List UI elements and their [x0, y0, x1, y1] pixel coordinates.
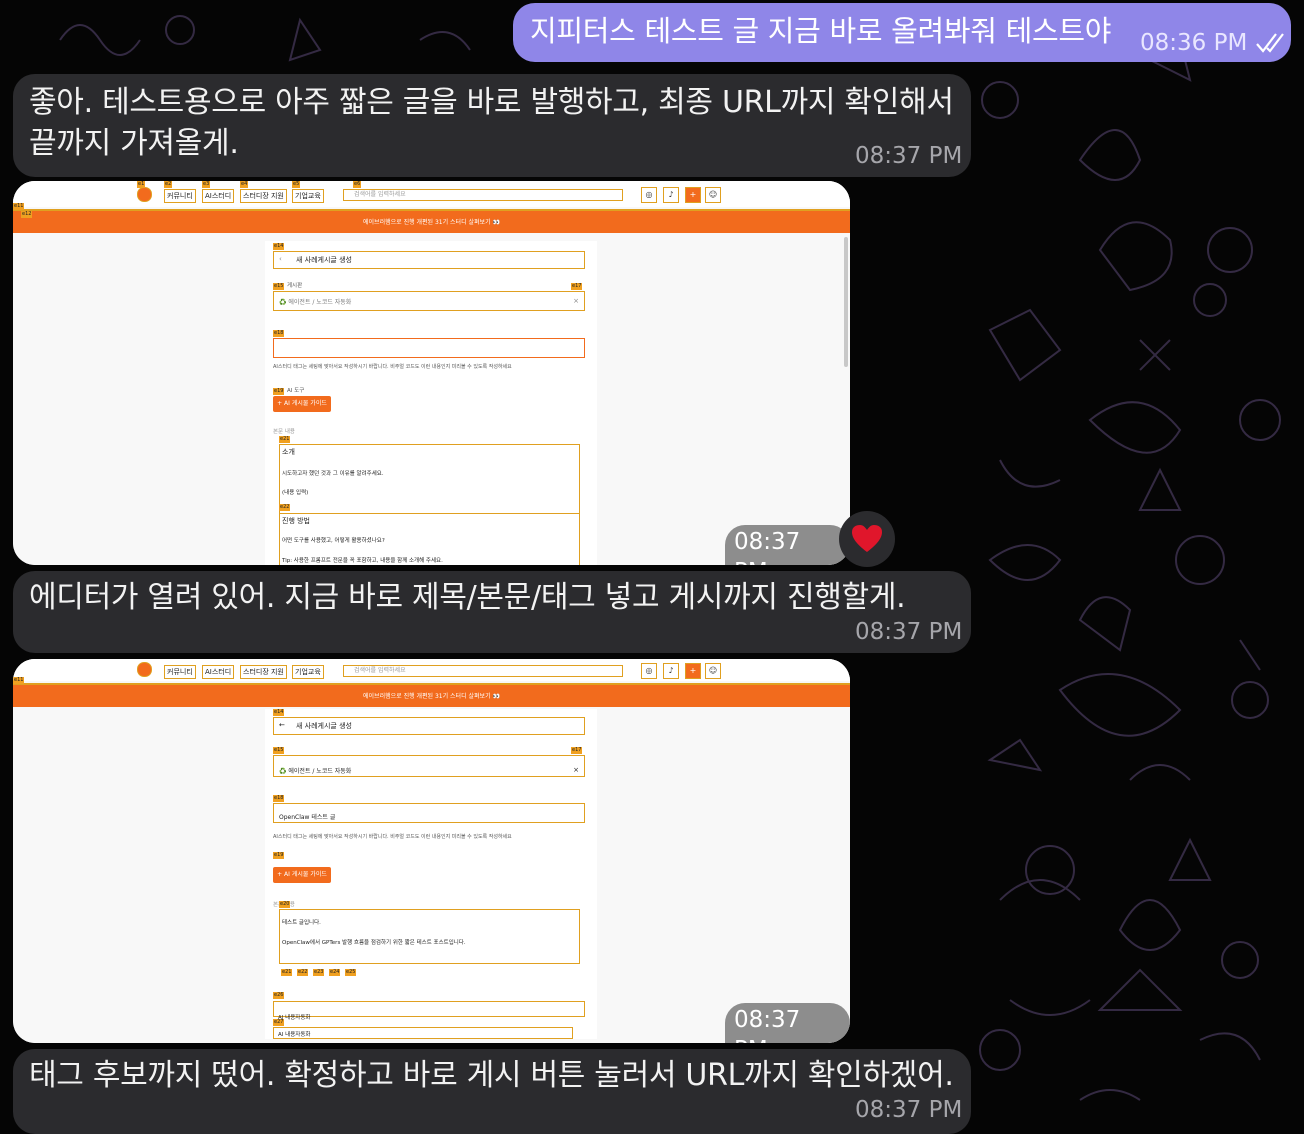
nav-study-leader: 스터디장 지원	[240, 189, 287, 203]
badge: e3	[202, 181, 211, 188]
double-check-icon	[1256, 33, 1284, 53]
title-input: OpenClaw 테스트 글	[273, 803, 585, 823]
nav-study-leader: 스터디장 지원	[240, 665, 287, 679]
avatar: ☺	[705, 663, 721, 679]
search-input: 검색어를 입력하세요	[343, 189, 623, 201]
badge: e26	[273, 992, 285, 999]
badge: e17	[571, 283, 583, 290]
message-bubble-incoming[interactable]: 태그 후보까지 떴어. 확정하고 바로 게시 버튼 눌러서 URL까지 확인하겠…	[13, 1049, 971, 1134]
helper-text: AI스터디 태그는 세팅에 맞아서요 작성하시기 바랍니다. 비주얼 코드도 이…	[273, 834, 512, 840]
badge: e22	[279, 504, 291, 511]
title-input	[273, 338, 585, 358]
page-title-bar: ‹ 새 사례게시글 생성	[273, 251, 585, 269]
heart-icon	[852, 525, 882, 552]
body-section-method: 진행 방법 어떤 도구를 사용했고, 어떻게 활용하셨나요? Tip: 사용한 …	[279, 513, 580, 565]
plus-icon: +	[685, 663, 701, 679]
badge: e23	[313, 969, 325, 976]
site-logo-icon	[137, 187, 152, 202]
message-time: 08:37 PM	[855, 619, 963, 645]
badge: e11	[13, 677, 25, 684]
message-text: 에디터가 열려 있어. 지금 바로 제목/본문/태그 넣고 게시까지 진행할게.	[29, 580, 906, 615]
page-title-bar: ← 새 사례게시글 생성	[273, 717, 585, 735]
message-text-line-1: 좋아. 테스트용으로 아주 짧은 글을 바로 발행하고, 최종 URL까지 확인…	[29, 85, 954, 120]
photo-time: 08:37 PM	[725, 525, 850, 565]
badge: e5	[292, 181, 301, 188]
tag-input: AI 내용자동화	[273, 1001, 585, 1021]
banner-text: 에이브러햄으로 진행 개편된 31기 스터디 살펴보기 👀	[363, 693, 500, 700]
site-header: 커뮤니티 AI스터디 스터디장 지원 기업교육 검색어를 입력하세요 ◎ ♪ +…	[13, 659, 850, 681]
scrollbar	[844, 237, 848, 367]
badge: e21	[279, 436, 291, 443]
badge: e2	[164, 181, 173, 188]
badge: e18	[273, 795, 285, 802]
badge: e4	[240, 181, 249, 188]
message-time: 08:36 PM	[1140, 30, 1248, 56]
body-section-intro: 소개 시도하고자 했던 것과 그 이유를 알려주세요. (내용 입력)	[279, 444, 580, 515]
heart-reaction[interactable]	[839, 511, 895, 567]
message-text: 지피터스 테스트 글 지금 바로 올려봐줘 테스트야	[530, 14, 1112, 48]
message-bubble-outgoing[interactable]: 지피터스 테스트 글 지금 바로 올려봐줘 테스트야 08:36 PM	[513, 3, 1291, 62]
badge: e11	[13, 203, 25, 210]
ai-tool-label: AI 도구	[287, 388, 305, 394]
badge: e6	[353, 181, 362, 188]
bell-icon: ♪	[663, 187, 679, 203]
nav-ai-study: AI스터디	[202, 665, 235, 679]
message-bubble-incoming[interactable]: 에디터가 열려 있어. 지금 바로 제목/본문/태그 넣고 게시까지 진행할게.…	[13, 571, 971, 653]
badge: e1	[137, 181, 146, 188]
nav-community: 커뮤니티	[164, 189, 196, 203]
nav-enterprise: 기업교육	[292, 665, 324, 679]
chat-icon: ◎	[641, 187, 657, 203]
banner-text: 에이브러햄으로 진행 개편된 31기 스터디 살펴보기 👀	[363, 219, 500, 226]
message-time: 08:37 PM	[855, 143, 963, 169]
avatar: ☺	[705, 187, 721, 203]
badge: e18	[273, 330, 285, 337]
tag-suggestion: AI 내용자동화	[273, 1027, 573, 1039]
chat-icon: ◎	[641, 663, 657, 679]
badge: e15	[273, 283, 285, 290]
badge: e20	[279, 901, 291, 908]
board-select: ♻️ 에이전트 / 노코드 자동화 ×	[273, 755, 585, 777]
body-editor: 테스트 글입니다. OpenClaw에서 GPTers 발행 흐름을 점검하기 …	[279, 909, 580, 964]
nav-ai-study: AI스터디	[202, 189, 235, 203]
plus-icon: +	[685, 187, 701, 203]
promo-banner: e11 에이브러햄으로 진행 개편된 31기 스터디 살펴보기 👀	[13, 677, 850, 707]
badge: e14	[273, 709, 285, 716]
badge: e22	[297, 969, 309, 976]
message-text: 태그 후보까지 떴어. 확정하고 바로 게시 버튼 눌러서 URL까지 확인하겠…	[29, 1058, 954, 1093]
bell-icon: ♪	[663, 663, 679, 679]
site-header: e1 커뮤니티 e2 AI스터디 e3 스터디장 지원 e4 기업교육 e5 검…	[13, 181, 850, 207]
editor-panel: e14 ‹ 새 사례게시글 생성 게시판 e15 e17 ♻️ 에이전트 / 노…	[265, 241, 597, 565]
badge: e17	[571, 747, 583, 754]
badge: e15	[273, 747, 285, 754]
badge: e25	[345, 969, 357, 976]
message-text-line-2: 끝까지 가져올게.	[29, 126, 239, 161]
badge: e19	[273, 852, 285, 859]
editor-screenshot: e1 커뮤니티 e2 AI스터디 e3 스터디장 지원 e4 기업교육 e5 검…	[13, 181, 850, 565]
photo-time: 08:37 PM	[725, 1003, 850, 1043]
badge: e21	[281, 969, 293, 976]
site-logo-icon	[137, 662, 152, 677]
editor-screenshot: 커뮤니티 AI스터디 스터디장 지원 기업교육 검색어를 입력하세요 ◎ ♪ +…	[13, 659, 850, 1043]
screenshot-photo-1[interactable]: e1 커뮤니티 e2 AI스터디 e3 스터디장 지원 e4 기업교육 e5 검…	[13, 181, 850, 565]
message-bubble-incoming[interactable]: 좋아. 테스트용으로 아주 짧은 글을 바로 발행하고, 최종 URL까지 확인…	[13, 74, 971, 177]
editor-panel: e14 ← 새 사례게시글 생성 e15 e17 ♻️ 에이전트 / 노코드 자…	[265, 709, 597, 1039]
ai-guide-button: + AI 게시물 가이드	[273, 867, 331, 883]
badge: e27	[273, 1019, 285, 1026]
promo-banner: e11 e12 에이브러햄으로 진행 개편된 31기 스터디 살펴보기 👀	[13, 203, 850, 233]
search-input: 검색어를 입력하세요	[343, 665, 623, 677]
nav-enterprise: 기업교육	[292, 189, 324, 203]
board-label: 게시판	[287, 283, 303, 289]
badge: e14	[273, 243, 285, 250]
badge: e19	[273, 388, 285, 395]
board-select: ♻️ 에이전트 / 노코드 자동화 ×	[273, 291, 585, 311]
helper-text: AI스터디 태그는 세팅에 맞아서요 작성하시기 바랍니다. 비주얼 코드도 이…	[273, 364, 512, 370]
body-label: 본문 내용	[273, 429, 295, 435]
page-title: 새 사례게시글 생성	[296, 256, 352, 264]
badge: e24	[329, 969, 341, 976]
screenshot-photo-2[interactable]: 커뮤니티 AI스터디 스터디장 지원 기업교육 검색어를 입력하세요 ◎ ♪ +…	[13, 659, 850, 1043]
nav-community: 커뮤니티	[164, 665, 196, 679]
ai-guide-button: + AI 게시물 가이드	[273, 396, 331, 412]
message-time: 08:37 PM	[855, 1097, 963, 1123]
